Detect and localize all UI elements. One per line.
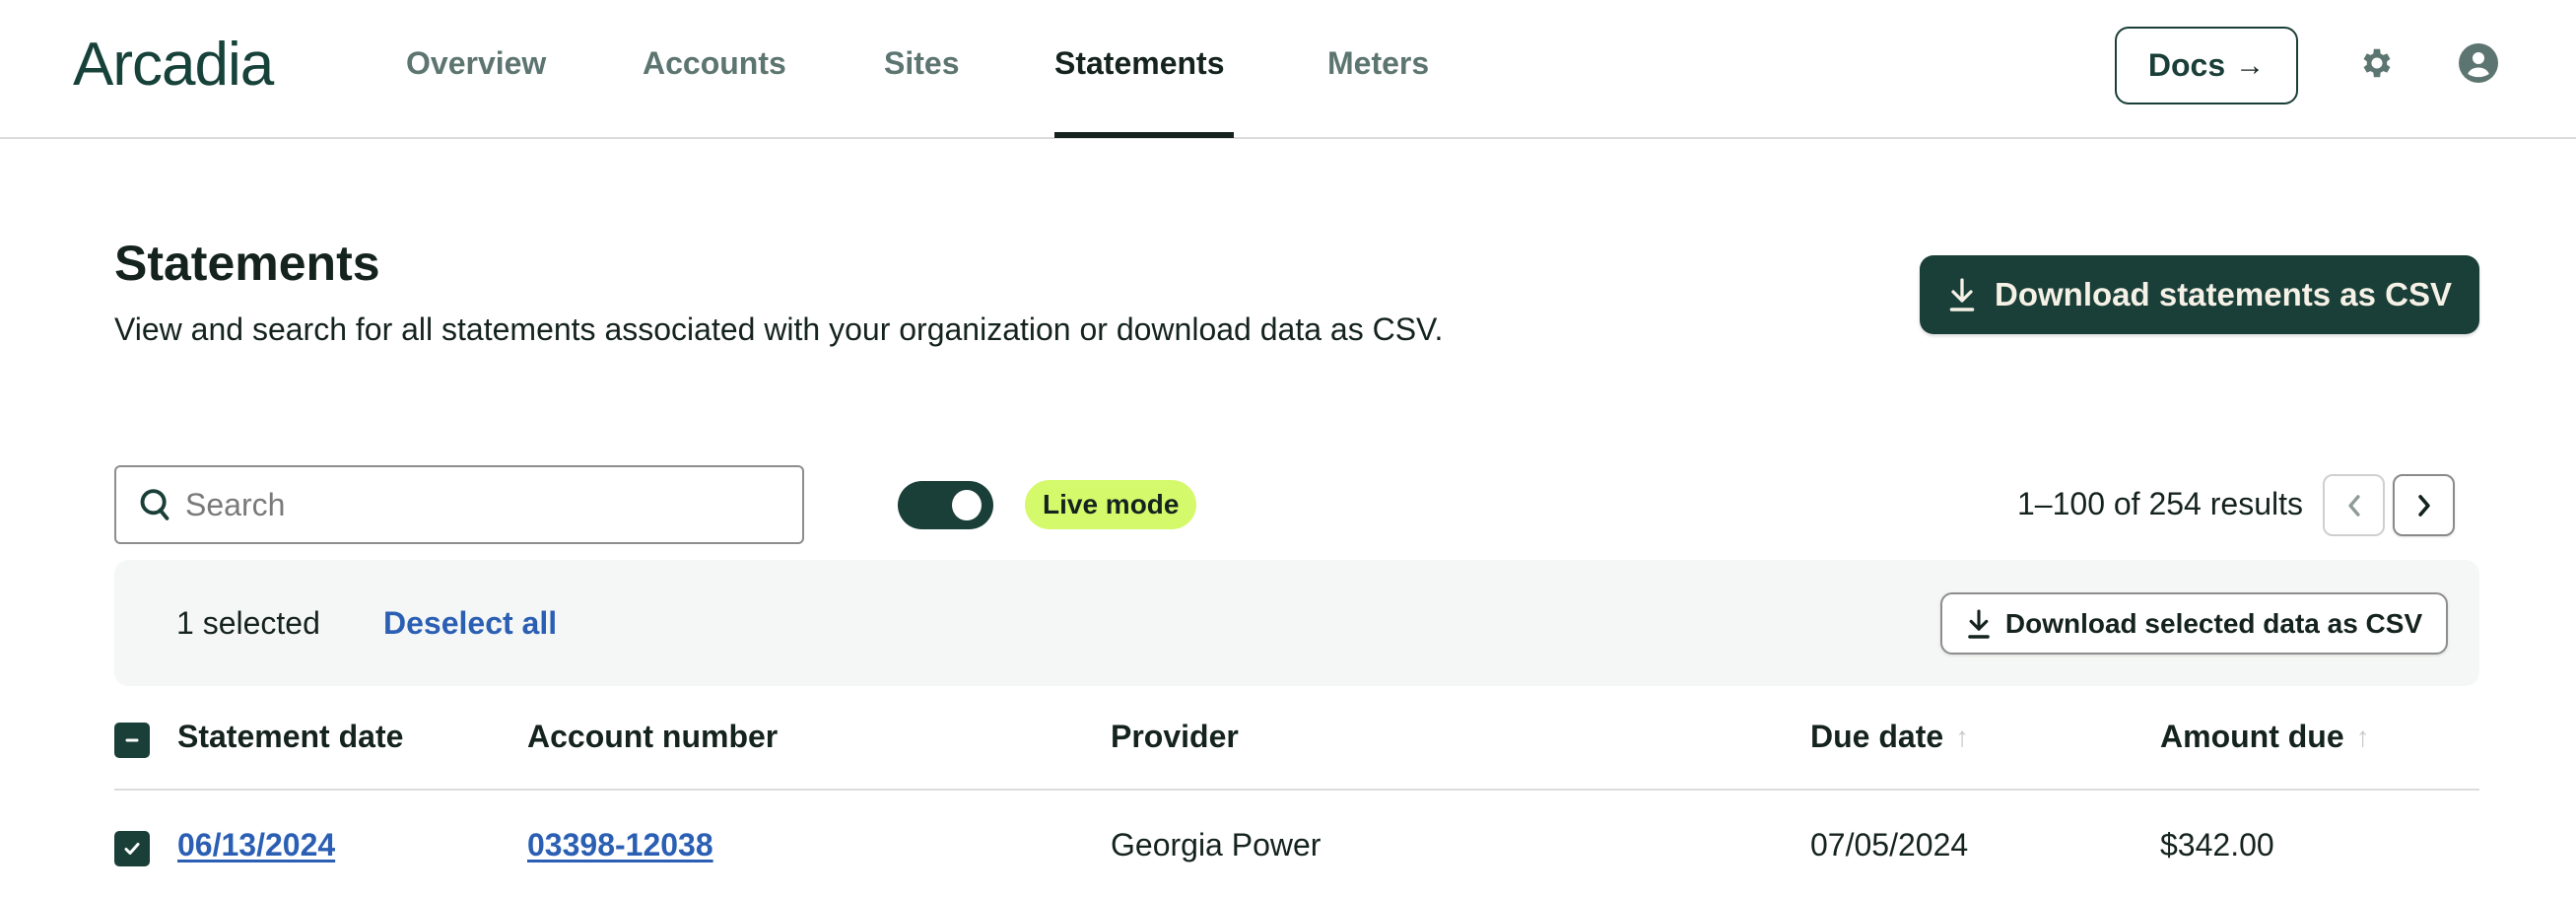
docs-label: Docs	[2147, 47, 2226, 83]
row-checkbox[interactable]	[114, 831, 150, 866]
selection-bar: 1 selected Deselect all Download selecte…	[114, 560, 2479, 686]
sort-arrow-up-icon[interactable]: ↑	[2356, 722, 2370, 753]
live-mode-toggle[interactable]	[898, 481, 993, 529]
check-icon	[124, 843, 140, 855]
nav-tab-accounts[interactable]: Accounts	[643, 45, 786, 82]
statement-date-link[interactable]: 06/13/2024	[177, 827, 335, 863]
search-icon	[140, 489, 169, 520]
download-statements-label: Download statements as CSV	[1995, 276, 2452, 312]
search-field[interactable]	[114, 465, 804, 544]
table-header-divider	[114, 789, 2479, 791]
search-input[interactable]	[185, 486, 757, 523]
chevron-left-icon	[2347, 494, 2360, 517]
selected-count: 1 selected	[176, 605, 320, 641]
column-label: Account number	[527, 719, 779, 754]
download-selected-label: Download selected data as CSV	[2004, 607, 2423, 639]
column-header-statement-date[interactable]: Statement date	[177, 719, 403, 755]
arrow-right-icon: →	[2235, 48, 2266, 82]
due-date-cell: 07/05/2024	[1810, 827, 1969, 862]
download-icon	[1949, 278, 1975, 311]
page-title: Statements	[114, 236, 380, 291]
pagination-results-text: 1–100 of 254 results	[2017, 486, 2303, 521]
active-tab-indicator	[1054, 132, 1234, 138]
column-label: Amount due	[2160, 719, 2344, 754]
live-mode-badge: Live mode	[1025, 480, 1197, 529]
column-header-provider[interactable]: Provider	[1111, 719, 1239, 755]
download-statements-csv-button[interactable]: Download statements as CSV	[1920, 255, 2479, 334]
deselect-all-link[interactable]: Deselect all	[383, 605, 557, 642]
profile-button[interactable]	[2459, 43, 2498, 83]
nav-tab-overview[interactable]: Overview	[406, 45, 546, 82]
toggle-knob	[952, 490, 982, 520]
column-header-due-date[interactable]: Due date ↑	[1810, 719, 1969, 755]
column-label: Due date	[1810, 719, 1944, 754]
column-label: Provider	[1111, 719, 1239, 754]
download-selected-csv-button[interactable]: Download selected data as CSV	[1940, 592, 2448, 655]
minus-icon	[125, 738, 139, 742]
top-nav-bar: Arcadia Overview Accounts Sites Statemen…	[0, 0, 2576, 139]
page-subtitle: View and search for all statements assoc…	[114, 311, 1444, 347]
provider-cell: Georgia Power	[1111, 827, 1322, 862]
nav-tab-statements[interactable]: Statements	[1054, 45, 1225, 82]
amount-due-cell: $342.00	[2160, 827, 2274, 862]
download-icon	[1968, 608, 1990, 639]
arcadia-logo[interactable]: Arcadia	[73, 30, 274, 100]
column-header-account-number[interactable]: Account number	[527, 719, 778, 755]
previous-page-button[interactable]	[2323, 474, 2385, 536]
docs-button[interactable]: Docs →	[2115, 27, 2298, 104]
select-all-checkbox[interactable]	[114, 723, 150, 758]
user-circle-icon	[2459, 43, 2498, 83]
column-label: Statement date	[177, 719, 404, 754]
sort-arrow-up-icon[interactable]: ↑	[1955, 722, 1969, 753]
gear-icon	[2363, 48, 2391, 78]
account-number-link[interactable]: 03398-12038	[527, 827, 713, 863]
settings-button[interactable]	[2357, 43, 2397, 83]
nav-tab-meters[interactable]: Meters	[1327, 45, 1429, 82]
chevron-right-icon	[2417, 494, 2430, 517]
nav-tab-sites[interactable]: Sites	[884, 45, 959, 82]
next-page-button[interactable]	[2393, 474, 2455, 536]
column-header-amount-due[interactable]: Amount due ↑	[2160, 719, 2370, 755]
